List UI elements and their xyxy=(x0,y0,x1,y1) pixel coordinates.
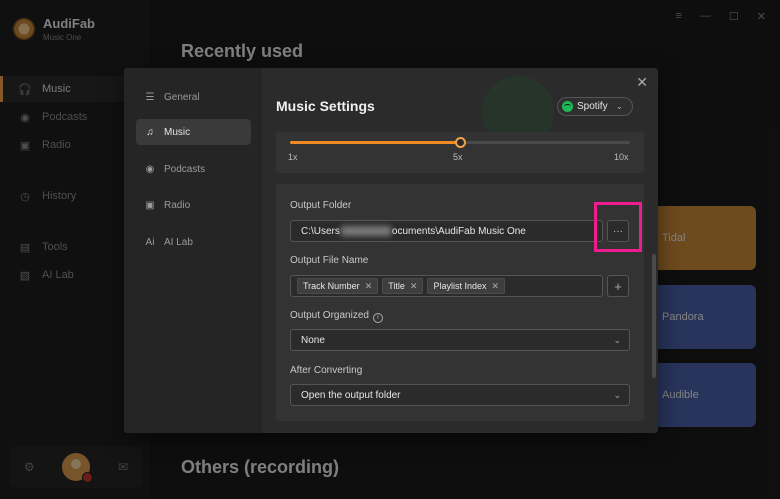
speed-panel: 1x 5x 10x xyxy=(276,132,644,173)
chevron-down-icon: ⌄ xyxy=(613,335,621,345)
highlight-box xyxy=(594,202,642,252)
chevron-down-icon: ⌄ xyxy=(615,101,624,111)
speed-slider-thumb[interactable] xyxy=(455,137,466,148)
music-note-icon: ♫ xyxy=(146,126,154,138)
settings-nav-ai-lab[interactable]: Ai AI Lab xyxy=(136,229,251,255)
settings-nav-label: Podcasts xyxy=(164,163,206,175)
output-file-name-field[interactable]: Track Number ✕ Title ✕ Playlist Index ✕ xyxy=(290,275,603,297)
output-organized-value: None xyxy=(301,334,325,346)
speed-tick-1x: 1x xyxy=(288,152,298,162)
info-icon[interactable]: i xyxy=(372,313,383,323)
after-converting-value: Open the output folder xyxy=(301,389,401,401)
source-select[interactable]: Spotify ⌄ xyxy=(557,97,633,116)
spotify-icon xyxy=(562,101,573,112)
close-icon[interactable]: ✕ xyxy=(636,74,648,91)
tag-playlist-index: Playlist Index ✕ xyxy=(427,278,506,294)
settings-nav-radio[interactable]: ▣ Radio xyxy=(136,192,251,218)
source-selected-label: Spotify xyxy=(577,101,608,112)
sliders-icon: ☰ xyxy=(145,91,155,103)
radio-icon: ▣ xyxy=(145,199,155,211)
ai-icon: Ai xyxy=(145,236,155,248)
settings-scrollbar[interactable] xyxy=(652,254,656,378)
remove-tag-icon[interactable]: ✕ xyxy=(365,281,373,292)
tag-label: Track Number xyxy=(303,281,360,291)
output-folder-label: Output Folder xyxy=(290,200,352,211)
speed-tick-5x: 5x xyxy=(453,152,463,162)
redacted-username xyxy=(340,226,391,236)
settings-nav-label: AI Lab xyxy=(164,236,193,248)
speed-tick-10x: 10x xyxy=(614,152,629,162)
output-file-name-label: Output File Name xyxy=(290,255,369,266)
modal-title: Music Settings xyxy=(276,98,375,114)
settings-nav-label: Music xyxy=(164,126,191,138)
tag-title: Title ✕ xyxy=(382,278,424,294)
speed-slider-fill xyxy=(290,141,460,144)
settings-nav: ☰ General ♫ Music ◉ Podcasts ▣ Radio Ai … xyxy=(124,68,262,433)
output-organized-label-text: Output Organized xyxy=(290,310,369,321)
output-settings-panel: Output Folder C:\Users ocuments\AudiFab … xyxy=(276,184,644,421)
remove-tag-icon[interactable]: ✕ xyxy=(410,281,418,292)
settings-nav-podcasts[interactable]: ◉ Podcasts xyxy=(136,156,251,182)
after-converting-label: After Converting xyxy=(290,365,363,376)
settings-nav-general[interactable]: ☰ General xyxy=(136,84,251,110)
add-tag-button[interactable]: + xyxy=(607,275,629,297)
settings-modal: ☰ General ♫ Music ◉ Podcasts ▣ Radio Ai … xyxy=(124,68,658,433)
output-folder-path-end: ocuments\AudiFab Music One xyxy=(391,225,526,237)
tag-label: Playlist Index xyxy=(433,281,487,291)
podcast-icon: ◉ xyxy=(145,163,155,175)
settings-nav-music[interactable]: ♫ Music xyxy=(136,119,251,145)
output-organized-label: Output Organized i xyxy=(290,310,383,323)
output-folder-path-start: C:\Users xyxy=(301,225,340,237)
settings-nav-label: Radio xyxy=(164,199,191,211)
chevron-down-icon: ⌄ xyxy=(613,390,621,400)
tag-label: Title xyxy=(388,281,405,291)
output-folder-field[interactable]: C:\Users ocuments\AudiFab Music One xyxy=(290,220,603,242)
remove-tag-icon[interactable]: ✕ xyxy=(491,281,499,292)
speed-slider[interactable] xyxy=(290,137,630,148)
settings-nav-label: General xyxy=(164,91,200,103)
output-organized-select[interactable]: None ⌄ xyxy=(290,329,630,351)
tag-track-number: Track Number ✕ xyxy=(297,278,379,294)
after-converting-select[interactable]: Open the output folder ⌄ xyxy=(290,384,630,406)
